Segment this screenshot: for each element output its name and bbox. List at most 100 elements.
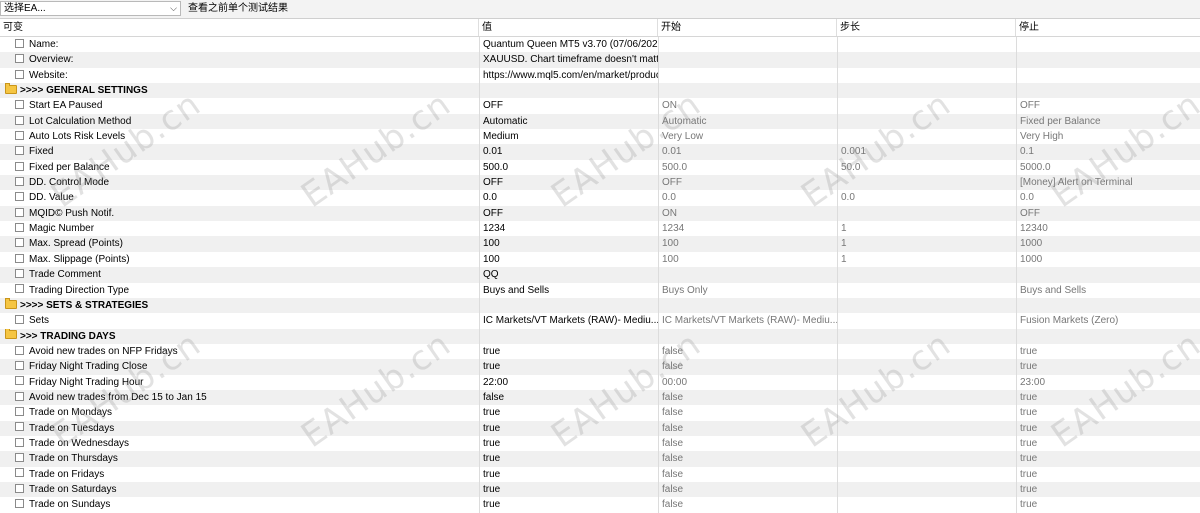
start-cell[interactable]: 100 [658,236,837,252]
checkbox-icon[interactable] [15,222,24,232]
checkbox-icon[interactable] [15,345,24,355]
step-cell[interactable] [837,205,1016,222]
value-cell[interactable]: 1234 [479,221,658,237]
start-cell[interactable]: 00:00 [658,374,837,390]
stop-cell[interactable]: 12340 [1016,221,1200,237]
start-cell[interactable]: false [658,389,837,406]
checkbox-icon[interactable] [15,437,24,447]
step-cell[interactable] [837,435,1016,452]
value-cell[interactable]: 500.0 [479,159,658,176]
table-row[interactable]: Trade on Mondays true false true [0,405,1200,421]
checkbox-icon[interactable] [15,253,24,263]
checkbox-icon[interactable] [15,207,24,217]
step-cell[interactable] [837,328,1016,344]
start-cell[interactable] [658,267,837,283]
stop-cell[interactable]: 0.0 [1016,190,1200,206]
step-cell[interactable]: 0.001 [837,144,1016,160]
value-cell[interactable] [479,328,658,344]
checkbox-icon[interactable] [15,100,24,110]
stop-cell[interactable]: 23:00 [1016,374,1200,390]
value-cell[interactable]: Medium [479,129,658,145]
ea-select-dropdown[interactable]: 选择EA... ⌵ [0,1,181,16]
checkbox-icon[interactable] [15,422,24,432]
column-header-step[interactable]: 步长 [837,19,1016,36]
stop-cell[interactable]: true [1016,466,1200,482]
start-cell[interactable]: false [658,466,837,482]
table-row[interactable]: Trading Direction Type Buys and Sells Buys… [0,282,1200,298]
start-cell[interactable]: 0.01 [658,144,837,160]
stop-cell[interactable]: true [1016,343,1200,360]
table-row[interactable]: Avoid new trades from Dec 15 to Jan 15 fa… [0,389,1200,406]
value-cell[interactable]: false [479,389,658,406]
stop-cell[interactable]: Fusion Markets (Zero) [1016,313,1200,329]
table-row[interactable]: Trade on Sundays true false true [0,497,1200,513]
stop-cell[interactable]: Buys and Sells [1016,282,1200,298]
stop-cell[interactable]: 0.1 [1016,144,1200,160]
value-cell[interactable]: IC Markets/VT Markets (RAW)- Mediu... [479,313,658,329]
step-cell[interactable]: 50.0 [837,159,1016,176]
value-cell[interactable]: OFF [479,175,658,191]
checkbox-icon[interactable] [15,130,24,140]
value-cell[interactable]: OFF [479,98,658,114]
checkbox-icon[interactable] [15,361,24,371]
step-cell[interactable] [837,37,1016,53]
stop-cell[interactable]: OFF [1016,98,1200,114]
value-cell[interactable] [479,83,658,99]
stop-cell[interactable] [1016,297,1200,314]
step-cell[interactable] [837,297,1016,314]
stop-cell[interactable] [1016,328,1200,344]
table-row[interactable]: Max. Spread (Points) 100 100 1 1000 [0,236,1200,252]
value-cell[interactable]: true [479,435,658,452]
value-cell[interactable]: 100 [479,236,658,252]
checkbox-icon[interactable] [15,192,24,202]
start-cell[interactable]: false [658,451,837,467]
table-row[interactable]: MQID© Push Notif. OFF ON OFF [0,205,1200,222]
start-cell[interactable]: 100 [658,251,837,268]
value-cell[interactable]: 100 [479,251,658,268]
stop-cell[interactable] [1016,83,1200,99]
table-row[interactable]: DD. Control Mode OFF OFF [Money] Alert on T… [0,175,1200,191]
start-cell[interactable]: Very Low [658,129,837,145]
start-cell[interactable]: false [658,420,837,436]
value-cell[interactable]: https://www.mql5.com/en/market/product/1… [479,67,658,84]
table-row[interactable]: Auto Lots Risk Levels Medium Very Low Very … [0,129,1200,145]
stop-cell[interactable]: true [1016,451,1200,467]
step-cell[interactable]: 1 [837,236,1016,252]
step-cell[interactable] [837,175,1016,191]
column-header-variable[interactable]: 可变 [0,19,479,36]
checkbox-icon[interactable] [15,69,24,79]
step-cell[interactable]: 1 [837,221,1016,237]
start-cell[interactable]: OFF [658,175,837,191]
stop-cell[interactable] [1016,37,1200,53]
table-row[interactable]: Avoid new trades on NFP Fridays true false… [0,343,1200,360]
table-row[interactable]: Trade on Tuesdays true false true [0,420,1200,436]
step-cell[interactable] [837,129,1016,145]
step-cell[interactable] [837,451,1016,467]
checkbox-icon[interactable] [15,115,24,125]
stop-cell[interactable]: true [1016,359,1200,375]
stop-cell[interactable] [1016,52,1200,68]
start-cell[interactable]: false [658,405,837,421]
value-cell[interactable]: Automatic [479,113,658,130]
checkbox-icon[interactable] [15,391,24,401]
start-cell[interactable] [658,37,837,53]
start-cell[interactable]: 500.0 [658,159,837,176]
value-cell[interactable]: true [479,359,658,375]
start-cell[interactable]: false [658,435,837,452]
start-cell[interactable] [658,297,837,314]
table-row[interactable]: Trade on Fridays true false true [0,466,1200,482]
start-cell[interactable] [658,52,837,68]
value-cell[interactable]: true [479,405,658,421]
step-cell[interactable] [837,497,1016,513]
table-row[interactable]: Website: https://www.mql5.com/en/market/p… [0,67,1200,84]
table-row[interactable]: Trade Comment QQ [0,267,1200,283]
step-cell[interactable] [837,374,1016,390]
value-cell[interactable]: OFF [479,205,658,222]
checkbox-icon[interactable] [15,269,24,279]
value-cell[interactable]: QQ [479,267,658,283]
table-row[interactable]: Start EA Paused OFF ON OFF [0,98,1200,114]
table-row[interactable]: Magic Number 1234 1234 1 12340 [0,221,1200,237]
stop-cell[interactable]: 5000.0 [1016,159,1200,176]
value-cell[interactable]: true [479,497,658,513]
stop-cell[interactable]: true [1016,481,1200,498]
